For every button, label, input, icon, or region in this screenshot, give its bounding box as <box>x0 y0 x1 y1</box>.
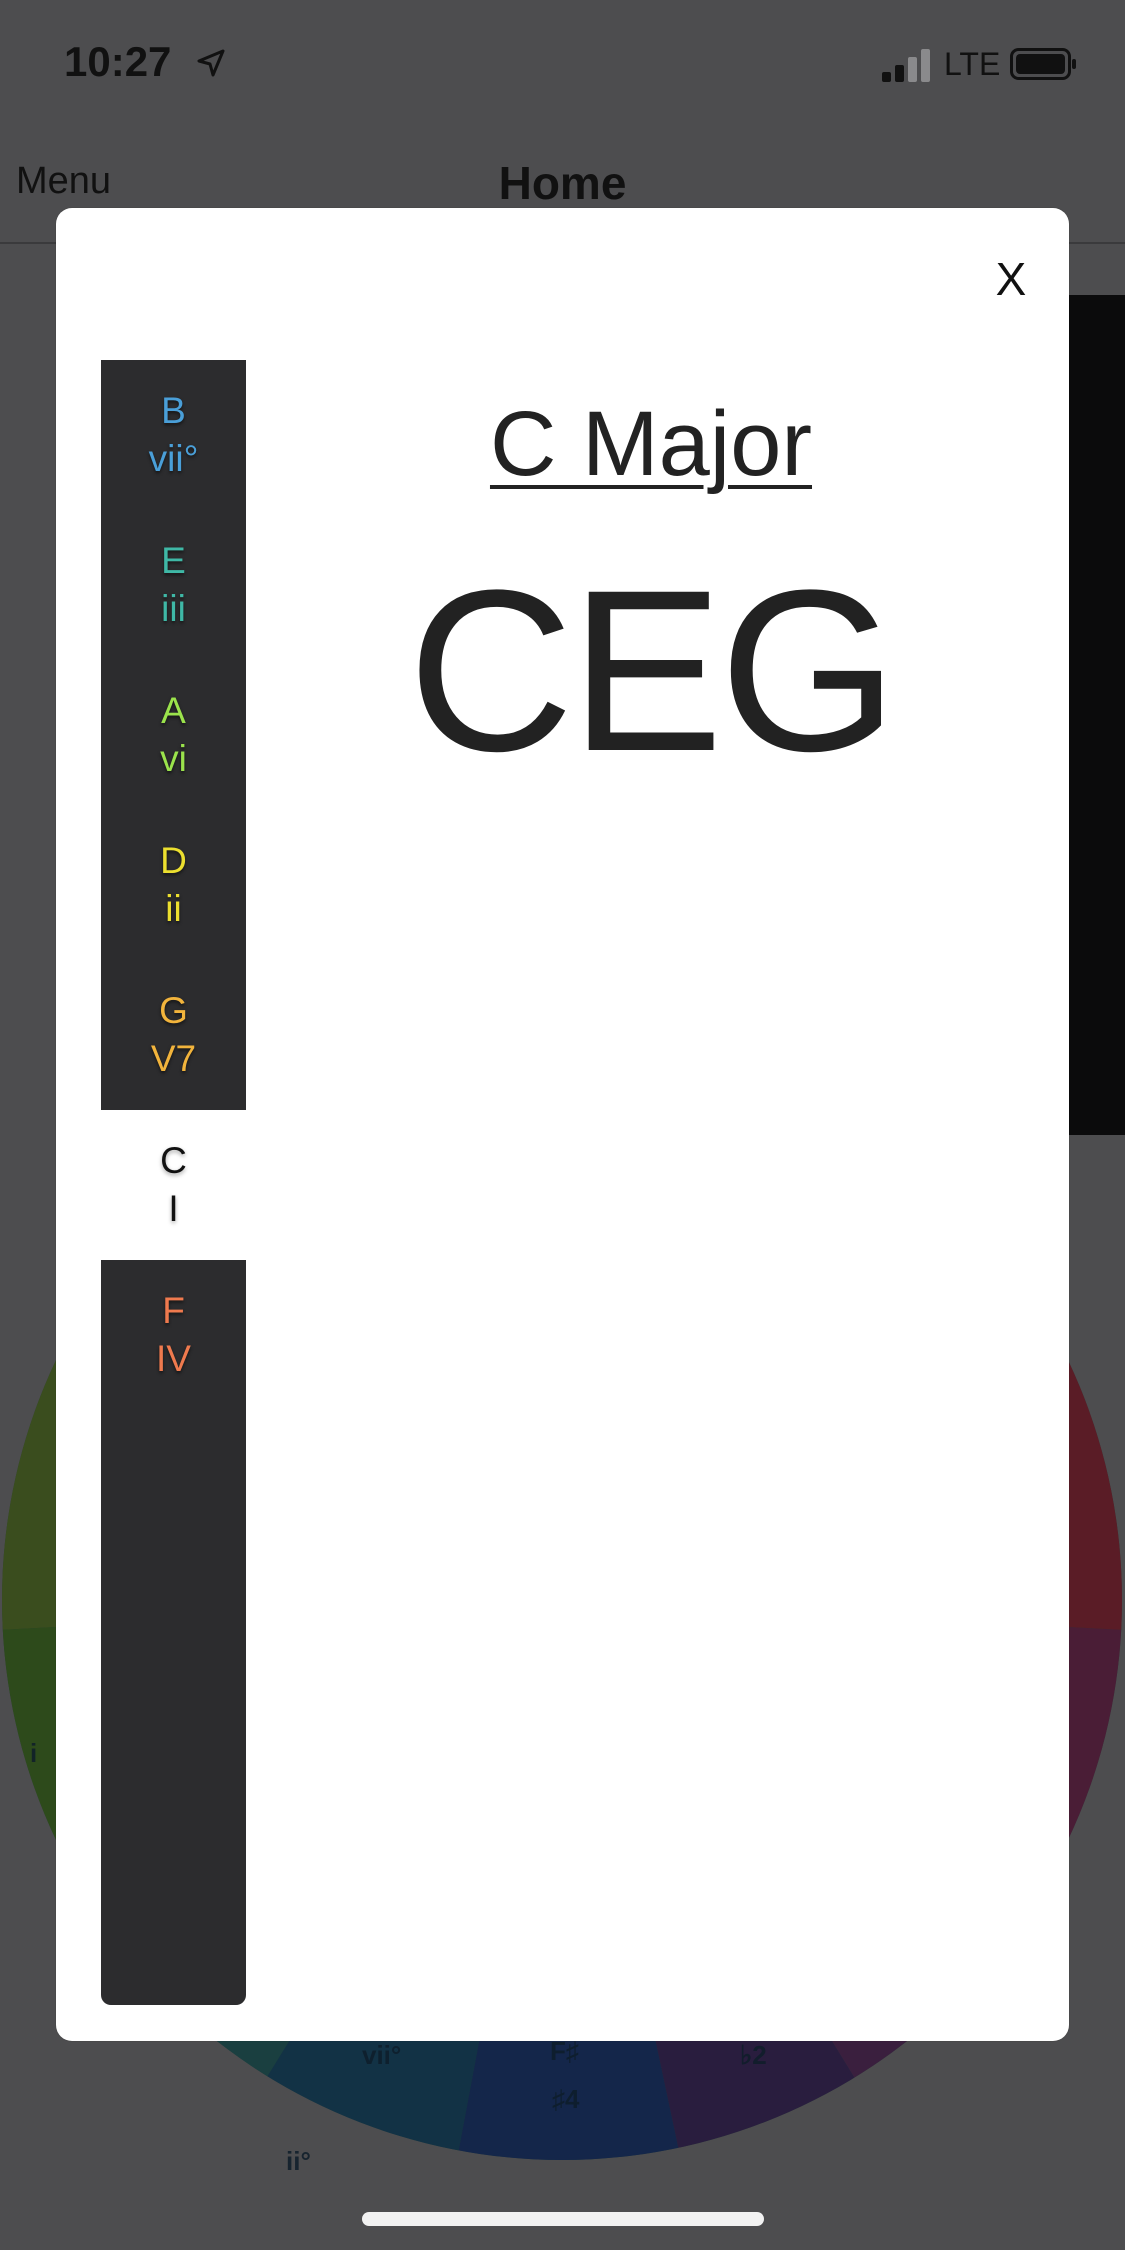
chord-numeral: V7 <box>150 1038 197 1079</box>
chord-item-f[interactable]: F IV <box>101 1260 246 1410</box>
page-title: Home <box>498 157 627 209</box>
chord-list: Bvii° Eiii Avi Dii G V7 C I F IV <box>101 360 246 2005</box>
chord-modal: X Bvii° Eiii Avi Dii G V7 C I F IV C Major CEG <box>56 208 1069 2041</box>
chord-numeral: vii° <box>148 438 199 479</box>
home-indicator[interactable] <box>362 2212 764 2226</box>
battery-icon <box>1010 48 1076 80</box>
status-bar: 10:27 LTE <box>0 0 1125 130</box>
status-time: 10:27 <box>64 38 172 85</box>
chord-numeral: vi <box>160 738 187 779</box>
chord-numeral: iii <box>161 588 186 629</box>
chord-item-a[interactable]: Avi <box>101 660 246 810</box>
chord-item-b[interactable]: Bvii° <box>101 360 246 510</box>
chord-list-filler <box>101 1410 246 2005</box>
chord-item-e[interactable]: Eiii <box>101 510 246 660</box>
wheel-label-sharp4: ♯4 <box>552 2084 580 2114</box>
chord-title: C Major <box>489 393 813 495</box>
wheel-label-i: i <box>30 1738 38 1768</box>
wheel-label-vii-dim: vii° <box>362 2040 402 2070</box>
chord-numeral: IV <box>156 1338 191 1379</box>
chord-notes: CEG <box>407 542 898 799</box>
chord-numeral: I <box>168 1188 179 1229</box>
chord-numeral: ii <box>165 888 182 929</box>
close-button[interactable]: X <box>976 244 1046 314</box>
background-panel <box>1068 295 1125 1135</box>
chord-note: E <box>161 540 186 581</box>
chord-note: D <box>160 840 187 881</box>
chord-item-g[interactable]: G V7 <box>101 960 246 1110</box>
chord-note: G <box>159 990 188 1031</box>
wheel-label-flat2: ♭2 <box>740 2040 767 2070</box>
chord-note: F <box>162 1290 185 1331</box>
wheel-label-ii-dim: ii° <box>286 2146 311 2176</box>
chord-item-d[interactable]: Dii <box>101 810 246 960</box>
carrier-label: LTE <box>944 46 1001 82</box>
chord-note: B <box>161 390 186 431</box>
chord-note: A <box>161 690 186 731</box>
location-arrow-icon <box>197 49 225 77</box>
chord-item-c[interactable]: CI <box>101 1110 246 1260</box>
signal-bars-icon <box>882 49 930 82</box>
chord-note: C <box>160 1140 187 1181</box>
